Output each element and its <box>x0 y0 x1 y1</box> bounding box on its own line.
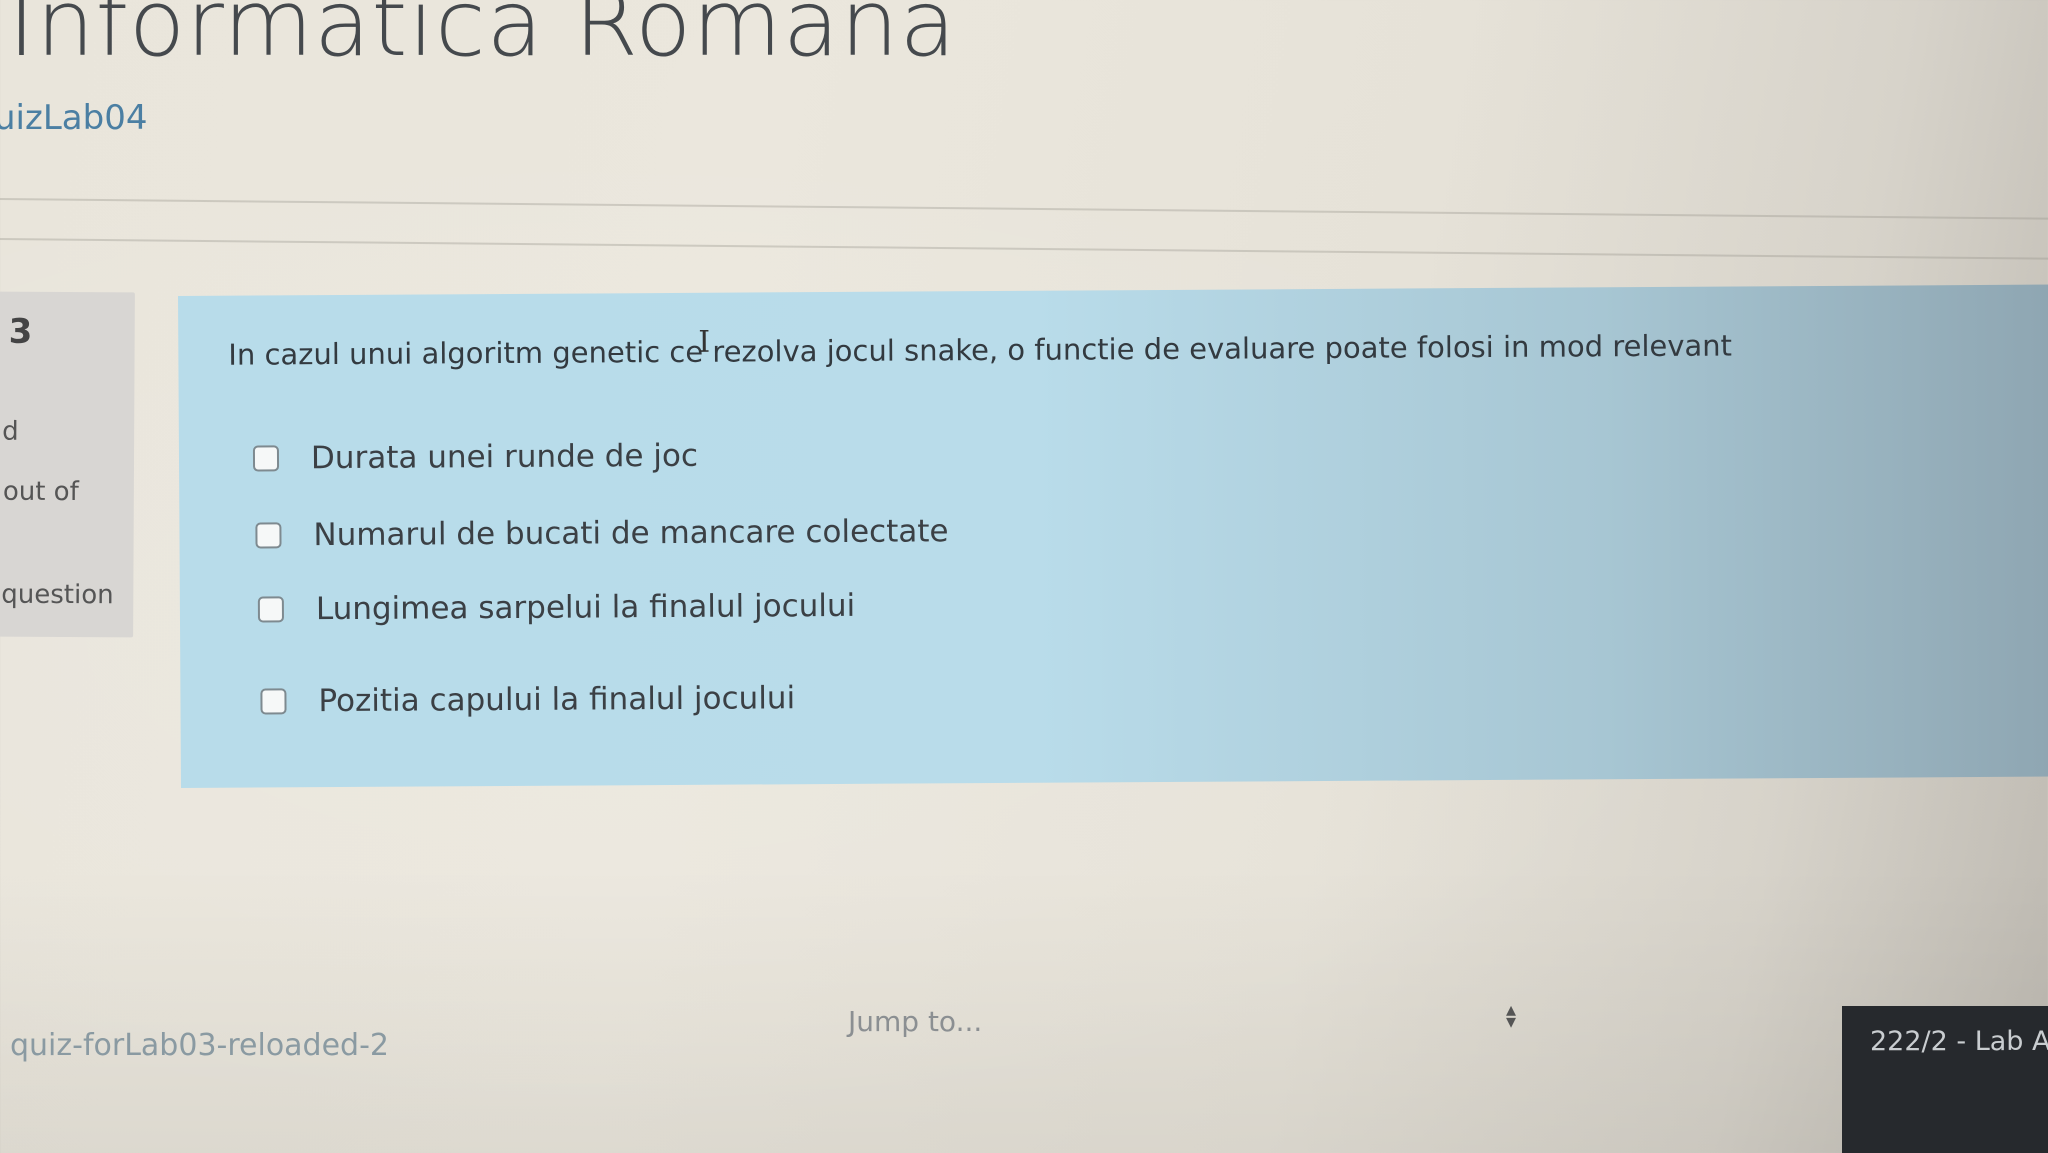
next-activity-button[interactable]: 222/2 - Lab AI <box>1842 1006 2048 1153</box>
question-info-panel: 3 d out of question <box>0 291 135 638</box>
answer-option[interactable]: Lungimea sarpelui la finalul jocului <box>257 587 856 628</box>
answer-label: Pozitia capului la finalul jocului <box>318 680 796 720</box>
i-beam-cursor-icon: I <box>698 324 711 360</box>
checkbox-icon[interactable] <box>260 688 287 715</box>
divider <box>0 238 2048 261</box>
question-status: d <box>2 416 19 447</box>
previous-activity-link[interactable]: quiz-forLab03-reloaded-2 <box>10 1028 389 1063</box>
flag-question-link[interactable]: question <box>1 580 113 611</box>
answer-label: Numarul de bucati de mancare colectate <box>313 513 949 554</box>
answer-label: Durata unei runde de joc <box>310 437 699 477</box>
question-text: In cazul unui algoritm genetic ce rezolv… <box>228 328 1733 372</box>
divider <box>0 198 2048 221</box>
jump-to-select[interactable]: Jump to... ▴ ▾ <box>820 995 1540 1047</box>
answer-option[interactable]: Numarul de bucati de mancare colectate <box>255 513 949 554</box>
question-number: 3 <box>8 311 33 352</box>
answer-label: Lungimea sarpelui la finalul jocului <box>315 587 856 628</box>
question-mark: out of <box>2 476 79 508</box>
checkbox-icon[interactable] <box>255 522 282 549</box>
updown-icon: ▴ ▾ <box>1505 997 1516 1033</box>
jump-to-label: Jump to... <box>848 1004 983 1038</box>
checkbox-icon[interactable] <box>257 596 284 623</box>
breadcrumb-quiz-link[interactable]: uizLab04 <box>0 98 147 138</box>
checkbox-icon[interactable] <box>252 445 280 472</box>
answer-option[interactable]: Durata unei runde de joc <box>252 437 699 477</box>
answer-option[interactable]: Pozitia capului la finalul jocului <box>260 680 795 719</box>
site-title: Informatica Romana <box>8 0 957 77</box>
question-content: In cazul unui algoritm genetic ce rezolv… <box>178 284 2048 788</box>
